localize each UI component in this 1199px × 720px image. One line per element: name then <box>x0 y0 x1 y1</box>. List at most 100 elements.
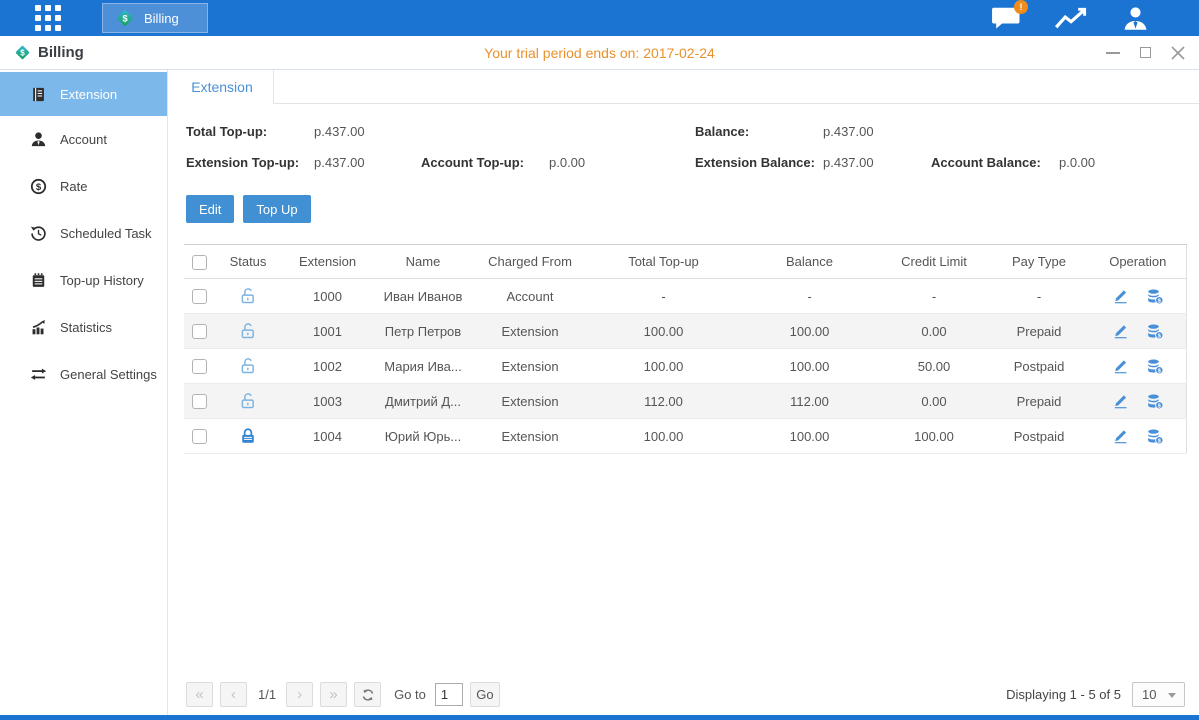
cell-balance: 112.00 <box>739 384 880 419</box>
monitor-chart-icon[interactable] <box>1054 6 1089 31</box>
maximize-icon[interactable] <box>1140 47 1151 58</box>
sidebar-item-label: Scheduled Task <box>60 226 152 241</box>
edit-pencil-icon[interactable] <box>1112 358 1130 375</box>
balance-field: Balance: p.437.00 <box>695 124 874 139</box>
sidebar-item-rate[interactable]: $ Rate <box>0 163 167 210</box>
exchange-arrows-icon <box>30 366 47 383</box>
balance-summary: Total Top-up: p.437.00 Balance: p.437.00… <box>169 104 1199 182</box>
topup-coins-icon[interactable]: $ <box>1146 358 1164 375</box>
select-all-checkbox[interactable] <box>192 255 207 270</box>
col-name: Name <box>374 245 472 279</box>
bar-chart-icon <box>30 319 47 336</box>
billing-app-window: $ Billing ! $ Billing Your trial period … <box>0 0 1199 720</box>
sidebar-item-label: General Settings <box>60 367 157 382</box>
cell-total-topup: 112.00 <box>588 384 739 419</box>
svg-text:$: $ <box>122 14 128 25</box>
lock-icon[interactable] <box>239 392 257 410</box>
table-row: 1000 Иван Иванов Account - - - - $ <box>184 279 1186 314</box>
edit-pencil-icon[interactable] <box>1112 428 1130 445</box>
pagination-bar: « ‹ 1/1 › » Go to Go Displaying 1 - 5 of… <box>186 681 1185 708</box>
sidebar-item-extension[interactable]: Extension <box>0 72 167 116</box>
cell-pay-type: Postpaid <box>988 419 1090 454</box>
col-operation: Operation <box>1090 245 1186 279</box>
topup-coins-icon[interactable]: $ <box>1146 323 1164 340</box>
last-page-button[interactable]: » <box>320 682 347 707</box>
row-checkbox[interactable] <box>192 289 207 304</box>
user-icon[interactable] <box>1122 6 1149 31</box>
extension-balance-field: Extension Balance: p.437.00 <box>695 155 874 170</box>
first-page-button[interactable]: « <box>186 682 213 707</box>
tab-strip: Extension <box>169 70 1199 104</box>
total-topup-field: Total Top-up: p.437.00 <box>186 124 365 139</box>
tab-extension[interactable]: Extension <box>171 70 274 104</box>
toolbar: Edit Top Up <box>186 195 1199 223</box>
cell-balance: - <box>739 279 880 314</box>
sidebar-item-account[interactable]: Account <box>0 116 167 163</box>
cell-extension: 1004 <box>281 419 374 454</box>
topup-coins-icon[interactable]: $ <box>1146 288 1164 305</box>
edit-button[interactable]: Edit <box>186 195 234 223</box>
cell-extension: 1002 <box>281 349 374 384</box>
next-page-button[interactable]: › <box>286 682 313 707</box>
window-titlebar: $ Billing Your trial period ends on: 201… <box>0 36 1199 70</box>
sidebar-item-statistics[interactable]: Statistics <box>0 304 167 351</box>
row-checkbox[interactable] <box>192 429 207 444</box>
sidebar-item-topup-history[interactable]: Top-up History <box>0 257 167 304</box>
cell-extension: 1001 <box>281 314 374 349</box>
total-topup-value: p.437.00 <box>314 124 365 139</box>
cell-charged-from: Extension <box>472 314 588 349</box>
sidebar-item-scheduled-task[interactable]: Scheduled Task <box>0 210 167 257</box>
sidebar-item-general-settings[interactable]: General Settings <box>0 351 167 398</box>
messages-icon[interactable]: ! <box>991 6 1021 30</box>
lock-icon[interactable] <box>239 287 257 305</box>
sidebar-item-label: Extension <box>60 87 117 102</box>
balance-label: Balance: <box>695 124 823 139</box>
notepad-icon <box>30 272 47 289</box>
row-checkbox[interactable] <box>192 324 207 339</box>
cell-pay-type: Prepaid <box>988 314 1090 349</box>
account-topup-value: p.0.00 <box>549 155 585 170</box>
cell-total-topup: - <box>588 279 739 314</box>
col-status: Status <box>215 245 281 279</box>
close-icon[interactable] <box>1171 46 1185 60</box>
lock-icon[interactable] <box>239 357 257 375</box>
topbar-right-icons: ! <box>991 6 1149 31</box>
page-indicator: 1/1 <box>258 687 276 702</box>
main-panel: Extension Total Top-up: p.437.00 Balance… <box>169 70 1199 715</box>
goto-page-input[interactable] <box>435 683 463 706</box>
cell-name: Юрий Юрь... <box>374 419 472 454</box>
app-tab-label: Billing <box>144 11 179 26</box>
edit-pencil-icon[interactable] <box>1112 323 1130 340</box>
billing-diamond-icon: $ <box>14 44 31 61</box>
col-balance: Balance <box>739 245 880 279</box>
notification-badge: ! <box>1014 0 1028 14</box>
extension-topup-field: Extension Top-up: p.437.00 <box>186 155 365 170</box>
page-size-value: 10 <box>1142 687 1156 702</box>
refresh-icon[interactable] <box>354 682 381 707</box>
row-checkbox[interactable] <box>192 359 207 374</box>
window-controls <box>1106 46 1185 60</box>
account-balance-label: Account Balance: <box>931 155 1059 170</box>
lock-icon[interactable] <box>239 322 257 340</box>
account-balance-value: p.0.00 <box>1059 155 1095 170</box>
top-up-button[interactable]: Top Up <box>243 195 310 223</box>
total-topup-label: Total Top-up: <box>186 124 314 139</box>
col-total-topup: Total Top-up <box>588 245 739 279</box>
cell-name: Иван Иванов <box>374 279 472 314</box>
topup-coins-icon[interactable]: $ <box>1146 428 1164 445</box>
page-size-select[interactable]: 10 <box>1132 682 1185 707</box>
cell-charged-from: Extension <box>472 419 588 454</box>
sidebar: Extension Account $ Rate Scheduled Task <box>0 70 168 715</box>
col-pay-type: Pay Type <box>988 245 1090 279</box>
edit-pencil-icon[interactable] <box>1112 288 1130 305</box>
topup-coins-icon[interactable]: $ <box>1146 393 1164 410</box>
go-button[interactable]: Go <box>470 682 500 707</box>
topbar-app-tab-billing[interactable]: $ Billing <box>102 3 208 33</box>
lock-icon[interactable] <box>239 427 257 445</box>
prev-page-button[interactable]: ‹ <box>220 682 247 707</box>
apps-grid-icon[interactable] <box>35 5 61 31</box>
minimize-icon[interactable] <box>1106 52 1120 54</box>
row-checkbox[interactable] <box>192 394 207 409</box>
extensions-table: Status Extension Name Charged From Total… <box>184 244 1187 454</box>
edit-pencil-icon[interactable] <box>1112 393 1130 410</box>
